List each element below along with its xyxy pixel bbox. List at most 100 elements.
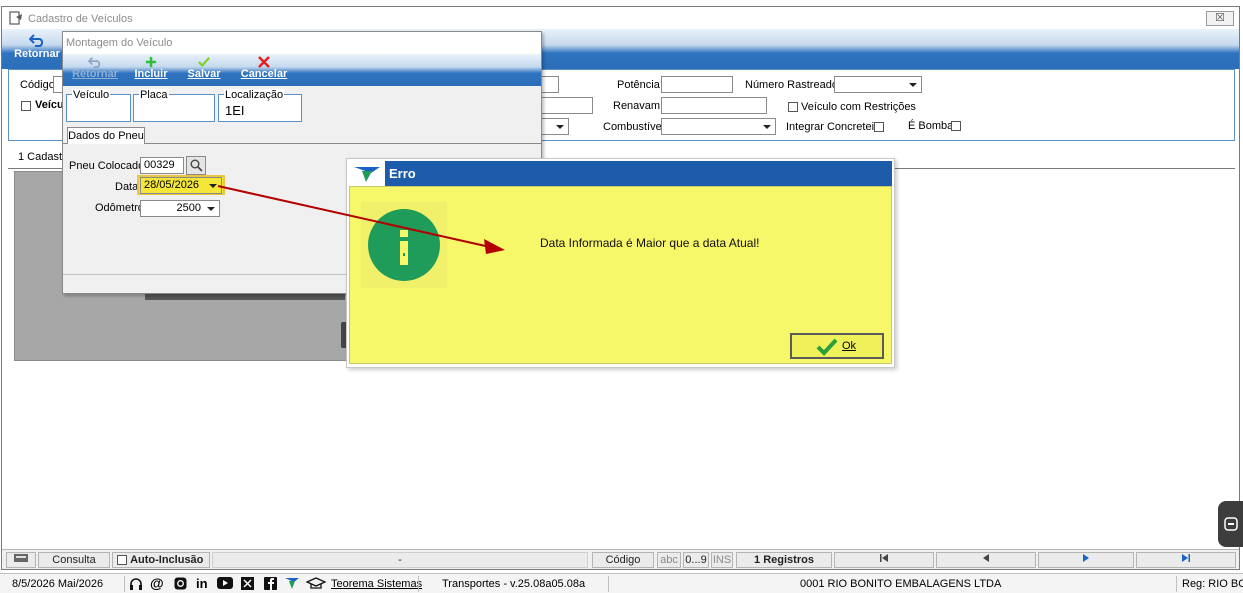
veiculo-restricoes-checkbox[interactable] (788, 102, 798, 112)
ins-indicator: INS (711, 552, 733, 568)
numeric-indicator: 0...9 (683, 552, 709, 568)
incluir-button[interactable]: Incluir (129, 56, 173, 80)
odometro-select[interactable]: 2500 (140, 200, 220, 217)
graduation-cap-icon[interactable] (306, 577, 326, 590)
close-button[interactable]: ☒ (1206, 11, 1234, 26)
divider (418, 576, 419, 592)
info-icon (368, 209, 440, 281)
teorema-logo-icon (354, 167, 380, 182)
data-select[interactable]: 28/05/2026 (140, 177, 222, 194)
region-label: Reg: RIO BO (1182, 578, 1243, 590)
divider (124, 576, 125, 592)
vehicle-diagram-bar (145, 294, 345, 300)
linkedin-icon[interactable]: in (196, 576, 208, 591)
numero-rastreador-label: Número Rastreador (745, 79, 842, 91)
abc-indicator: abc (657, 552, 681, 568)
collapse-icon (1224, 517, 1238, 531)
veiculo-label: Veícu (35, 99, 64, 111)
checkmark-icon (198, 57, 210, 67)
instagram-icon[interactable] (174, 577, 187, 590)
auto-inclusao-label: Auto-Inclusão (130, 554, 204, 566)
erro-body: Data Informada é Maior que a data Atual!… (349, 186, 892, 364)
data-label: Data (115, 181, 139, 193)
field-input-2[interactable] (537, 97, 593, 114)
salvar-button[interactable]: Salvar (181, 56, 227, 80)
info-icon-box (361, 202, 447, 288)
first-record-button[interactable] (834, 552, 934, 568)
divider (1176, 576, 1177, 592)
erro-dialog: Erro Data Informada é Maior que a data A… (346, 158, 895, 368)
veiculo-restricoes-label: Veículo com Restrições (801, 101, 916, 113)
salvar-label: Salvar (187, 68, 221, 80)
return-button[interactable]: Retornar (12, 33, 62, 60)
renavam-label: Renavam (613, 100, 661, 112)
erro-title: Erro (389, 166, 416, 181)
bottom-bar: 8/5/2026 Mai/2026 @ in Teorema Sistemas … (0, 573, 1243, 593)
current-date: 8/5/2026 Mai/2026 (12, 578, 104, 590)
e-bomba-checkbox[interactable] (951, 121, 961, 131)
youtube-icon[interactable] (217, 577, 233, 589)
teorema-logo-icon (285, 578, 299, 589)
localizacao-group-label: Localização (224, 89, 285, 101)
x-icon[interactable] (241, 577, 254, 590)
integrar-concreteira-label: Integrar Concreteira (786, 121, 884, 133)
potencia-label: Potência (617, 79, 660, 91)
codigo-label: Código (20, 79, 55, 91)
logo-box (349, 161, 385, 186)
pneu-colocado-input[interactable]: 00329 (140, 157, 184, 174)
incluir-label: Incluir (134, 68, 168, 80)
combustivel-select[interactable] (661, 118, 776, 135)
pneu-colocado-label: Pneu Colocado (69, 160, 145, 172)
email-icon[interactable]: @ (150, 575, 164, 591)
headset-icon[interactable] (128, 577, 144, 591)
return-label: Retornar (14, 48, 60, 60)
auto-inclusao-checkbox[interactable] (117, 555, 127, 566)
placa-group-label: Placa (139, 89, 169, 101)
erro-titlebar: Erro (349, 161, 892, 186)
main-titlebar: Cadastro de Veículos ☒ (2, 7, 1239, 29)
pneu-search-button[interactable] (186, 156, 206, 175)
company-name: 0001 RIO BONITO EMBALAGENS LTDA (800, 578, 1002, 590)
plus-icon (145, 56, 157, 68)
montagem-return-label: Retornar (72, 68, 118, 80)
auto-inclusao-toggle[interactable]: Auto-Inclusão (112, 552, 210, 568)
consulta-button[interactable]: Consulta (38, 552, 110, 568)
tab-dados-pneu[interactable]: Dados do Pneu (67, 127, 145, 145)
odometro-value: 2500 (176, 202, 201, 214)
odometro-label: Odômetro (95, 202, 144, 214)
checkmark-icon (816, 338, 838, 356)
e-bomba-label: É Bomba (908, 120, 954, 132)
record-count: 1 Registros (736, 552, 832, 568)
combustivel-label: Combustível (603, 121, 665, 133)
app-icon (9, 11, 23, 28)
cancelar-button[interactable]: Cancelar (237, 56, 291, 80)
divider (608, 576, 609, 592)
montagem-titlebar: Montagem do Veículo (63, 32, 541, 54)
last-record-button[interactable] (1136, 552, 1236, 568)
main-window-title: Cadastro de Veículos (28, 13, 133, 25)
teorema-link[interactable]: Teorema Sistemas (331, 578, 422, 590)
return-icon (87, 57, 101, 68)
montagem-tab-strip: Dados do Pneu (63, 124, 541, 145)
app-version: Transportes - v.25.08a05.08a (442, 578, 586, 590)
search-field-selector[interactable]: Código (592, 552, 654, 568)
placa-group: Placa (133, 89, 215, 122)
ok-button[interactable]: Ok (790, 333, 884, 359)
ok-label: Ok (842, 340, 857, 352)
side-panel-handle[interactable] (1218, 501, 1243, 547)
facebook-icon[interactable] (264, 577, 277, 590)
localizacao-value: 1EI (225, 103, 245, 118)
cancelar-label: Cancelar (240, 68, 288, 80)
veiculo-checkbox[interactable] (21, 101, 31, 111)
potencia-input[interactable] (661, 76, 733, 93)
next-record-button[interactable] (1038, 552, 1134, 568)
montagem-return-button[interactable]: Retornar (67, 56, 123, 80)
previous-record-button[interactable] (936, 552, 1036, 568)
renavam-input[interactable] (661, 97, 767, 114)
numero-rastreador-select[interactable] (834, 76, 922, 93)
erro-message: Data Informada é Maior que a data Atual! (540, 236, 760, 250)
status-bar: Consulta Auto-Inclusão - Código abc 0...… (2, 549, 1239, 569)
integrar-concreteira-checkbox[interactable] (874, 122, 884, 132)
veiculo-group: Veículo (66, 89, 131, 122)
keyboard-icon[interactable] (6, 552, 36, 568)
